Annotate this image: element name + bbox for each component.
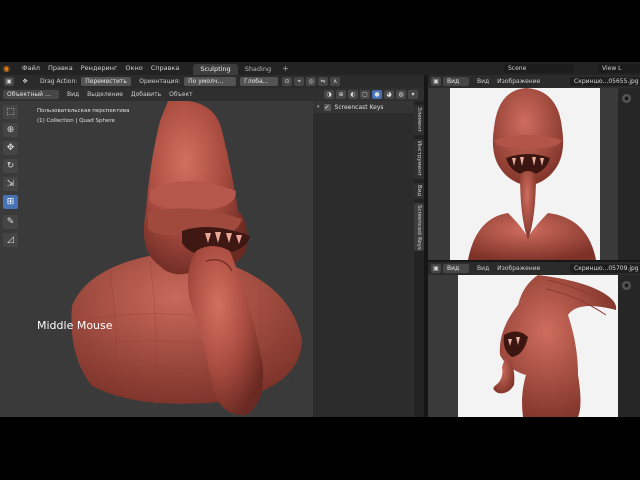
scale-tool-icon[interactable]: ⇲ bbox=[3, 177, 18, 191]
active-tool-icon[interactable]: ✥ bbox=[20, 77, 30, 86]
viewport-header: Объектный … Вид Выделение Добавить Объек… bbox=[0, 88, 424, 101]
visibility-icon[interactable]: ◑ bbox=[324, 90, 334, 99]
tab-view[interactable]: Вид bbox=[414, 183, 424, 199]
viewport-menu-select[interactable]: Выделение bbox=[87, 91, 123, 98]
viewport-perspective-label: Пользовательская перспектива bbox=[37, 108, 130, 114]
tab-screencast-keys[interactable]: Screencast Keys bbox=[414, 203, 424, 251]
letterbox-bottom bbox=[0, 417, 640, 480]
tab-item[interactable]: Элемент bbox=[414, 105, 424, 135]
proportional-icon[interactable]: ◎ bbox=[306, 77, 317, 86]
tab-shading[interactable]: Shading bbox=[238, 64, 278, 75]
editor-type-icon[interactable]: ▣ bbox=[4, 77, 14, 86]
reference-image-side bbox=[428, 275, 618, 417]
top-menu-bar: ◉ Файл Правка Рендеринг Окно Справка Scu… bbox=[0, 62, 640, 75]
screencast-keys-label: Screencast Keys bbox=[334, 103, 384, 111]
overlay-icon[interactable]: ◐ bbox=[348, 90, 358, 99]
viewport-menu-add[interactable]: Добавить bbox=[131, 91, 161, 98]
xray-icon[interactable]: ▢ bbox=[360, 90, 370, 99]
viewport-menu-object[interactable]: Объект bbox=[169, 91, 192, 98]
cursor-tool-icon[interactable]: ⊕ bbox=[3, 123, 18, 137]
image-browse-field-bottom[interactable]: Скриншо...05709.jpg bbox=[570, 264, 640, 273]
sculpt-model bbox=[71, 101, 302, 416]
mode-dropdown[interactable]: Объектный … bbox=[3, 90, 59, 99]
shading-material-icon[interactable]: ◕ bbox=[384, 90, 394, 99]
screencast-keys-panel-header[interactable]: ▾ ✓ Screencast Keys bbox=[313, 101, 414, 113]
annotate-tool-icon[interactable]: ✎ bbox=[3, 215, 18, 229]
image-editor-bottom-header: ▣ Вид Вид Изображение Скриншо...05709.jp… bbox=[428, 262, 640, 275]
menu-window[interactable]: Окно bbox=[121, 62, 146, 75]
orientation-label: Ориентация: bbox=[139, 78, 181, 85]
view-layer-name: View L bbox=[602, 65, 622, 72]
transform-tool-icon[interactable]: ⊞ bbox=[3, 195, 18, 209]
menu-help[interactable]: Справка bbox=[147, 62, 184, 75]
orientation-dropdown[interactable]: По умолч… bbox=[184, 77, 237, 86]
image-canvas-top[interactable] bbox=[428, 88, 618, 260]
3d-viewport[interactable] bbox=[0, 101, 313, 417]
shading-solid-icon[interactable]: ● bbox=[372, 90, 382, 99]
image-view-mode-dropdown[interactable]: Вид bbox=[443, 77, 469, 86]
scene-selector[interactable]: Scene bbox=[504, 64, 574, 73]
screencast-key-overlay: Middle Mouse bbox=[37, 319, 113, 332]
letterbox-top bbox=[0, 0, 640, 62]
sidebar-tabs: Элемент Инструмент Вид Screencast Keys bbox=[414, 101, 424, 417]
transform-orientation-dropdown[interactable]: Глоба… bbox=[240, 77, 279, 86]
image-menu-view[interactable]: Вид bbox=[477, 78, 489, 85]
blender-logo-icon[interactable]: ◉ bbox=[3, 64, 15, 73]
drag-action-label: Drag Action: bbox=[40, 78, 78, 85]
shading-rendered-icon[interactable]: ◍ bbox=[396, 90, 406, 99]
image-editor-type-icon[interactable]: ▣ bbox=[431, 77, 441, 86]
image-menu-image-bottom[interactable]: Изображение bbox=[497, 265, 540, 272]
mirror-icon[interactable]: ⇋ bbox=[318, 77, 329, 86]
image-canvas-bottom[interactable] bbox=[428, 275, 618, 417]
reference-image-front bbox=[428, 88, 618, 260]
tab-sculpting[interactable]: Sculpting bbox=[193, 64, 238, 75]
snap-icon[interactable]: ⌖ bbox=[294, 77, 305, 86]
scene-name: Scene bbox=[508, 65, 527, 72]
image-side-panel-top: ◉ bbox=[618, 88, 640, 260]
collapse-arrow-icon[interactable]: ▾ bbox=[317, 104, 320, 110]
image-side-panel-bottom: ◉ bbox=[618, 275, 640, 417]
measure-tool-icon[interactable]: ◿ bbox=[3, 233, 18, 247]
viewport-collection-label: (1) Collection | Quad Sphere bbox=[37, 118, 115, 124]
gizmo-icon[interactable]: ⊕ bbox=[336, 90, 346, 99]
image-browse-field-top[interactable]: Скриншо...05655.jpg bbox=[570, 77, 640, 86]
drag-action-dropdown[interactable]: Переместить bbox=[81, 77, 132, 86]
sidebar-panel: ▾ ✓ Screencast Keys bbox=[313, 101, 414, 417]
view-gizmo-bottom-icon[interactable]: ◉ bbox=[622, 281, 631, 290]
image-view-mode-dropdown-bottom[interactable]: Вид bbox=[443, 264, 469, 273]
image-menu-image[interactable]: Изображение bbox=[497, 78, 540, 85]
add-workspace-button[interactable]: + bbox=[278, 62, 293, 75]
shading-options-icon[interactable]: ▾ bbox=[408, 90, 418, 99]
image-editor-top-header: ▣ Вид Вид Изображение Скриншо...05655.jp… bbox=[428, 75, 640, 88]
move-tool-icon[interactable]: ✥ bbox=[3, 141, 18, 155]
tool-shelf: ⬚ ⊕ ✥ ↻ ⇲ ⊞ ✎ ◿ bbox=[3, 105, 20, 251]
screencast-keys-checkbox[interactable]: ✓ bbox=[323, 103, 331, 111]
tool-header: ▣ ✥ Drag Action: Переместить Ориентация:… bbox=[0, 75, 424, 88]
menu-edit[interactable]: Правка bbox=[44, 62, 77, 75]
select-box-tool-icon[interactable]: ⬚ bbox=[3, 105, 18, 119]
rotate-tool-icon[interactable]: ↻ bbox=[3, 159, 18, 173]
falloff-icon[interactable]: ∧ bbox=[330, 77, 341, 86]
image-editor-type-icon-bottom[interactable]: ▣ bbox=[431, 264, 441, 273]
pivot-icon[interactable]: ⊙ bbox=[282, 77, 293, 86]
menu-file[interactable]: Файл bbox=[18, 62, 44, 75]
view-layer-selector[interactable]: View L bbox=[598, 64, 640, 73]
menu-render[interactable]: Рендеринг bbox=[77, 62, 122, 75]
tab-tool[interactable]: Инструмент bbox=[414, 139, 424, 179]
viewport-menu-view[interactable]: Вид bbox=[67, 91, 79, 98]
view-gizmo-top-icon[interactable]: ◉ bbox=[622, 94, 631, 103]
image-menu-view-bottom[interactable]: Вид bbox=[477, 265, 489, 272]
